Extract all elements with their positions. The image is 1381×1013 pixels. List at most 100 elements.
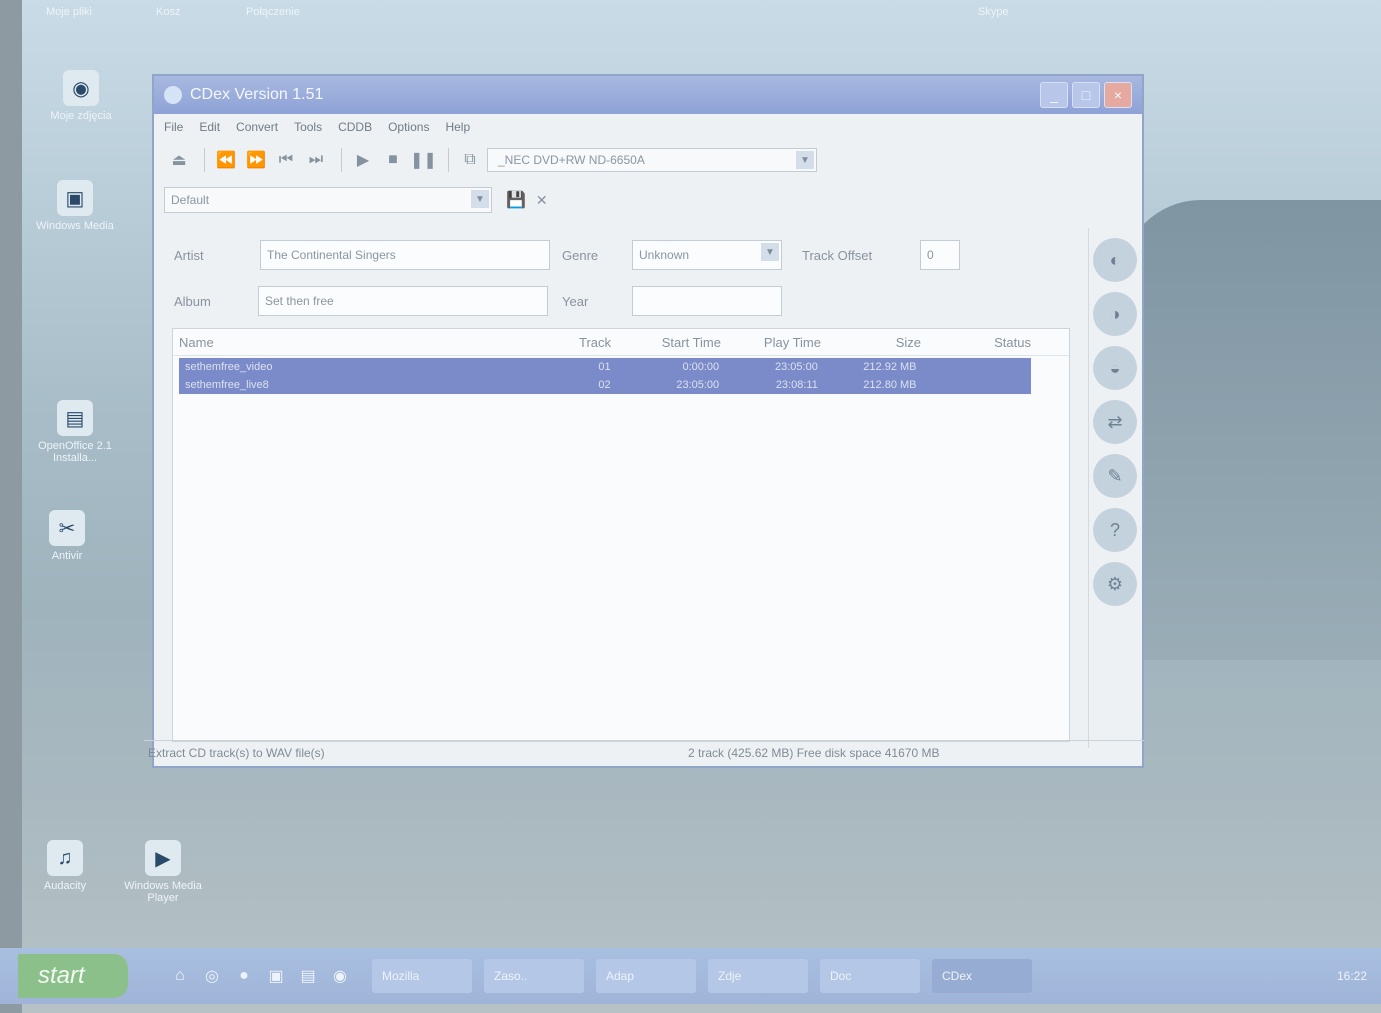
desktop: Moje pliki Kosz Połączenie Skype ◉ Moje … xyxy=(0,0,1381,1013)
menu-help[interactable]: Help xyxy=(445,120,470,134)
genre-select-value: Unknown xyxy=(639,248,690,262)
column-start-time[interactable]: Start Time xyxy=(617,335,727,350)
quick-launch-icon[interactable]: ● xyxy=(232,964,256,988)
table-row[interactable]: sethemfree_video 01 0:00:00 23:05:00 212… xyxy=(179,358,1031,376)
profile-select[interactable]: Default ▼ xyxy=(164,187,492,213)
record-icon[interactable]: ✎ xyxy=(1093,454,1137,498)
taskbar-item[interactable]: Zdje xyxy=(708,959,808,993)
taskbar-item[interactable]: Zaso.. xyxy=(484,959,584,993)
cddb-query-icon[interactable]: ? xyxy=(1093,508,1137,552)
track-play-time: 23:08:11 xyxy=(775,379,818,391)
column-play-time[interactable]: Play Time xyxy=(727,335,827,350)
track-offset-label: Track Offset xyxy=(802,248,873,263)
main-content: Artist The Continental Singers Genre Unk… xyxy=(162,228,1086,748)
track-size: 212.92 MB xyxy=(863,361,917,373)
top-icon-label[interactable]: Moje pliki xyxy=(46,6,92,18)
desktop-icon-label: Moje zdjęcia xyxy=(50,110,112,122)
desktop-icon[interactable]: ▣ Windows Media xyxy=(30,180,120,232)
start-button[interactable]: start xyxy=(18,954,128,998)
maximize-button[interactable]: □ xyxy=(1072,82,1100,108)
fast-forward-icon[interactable]: ⏩ xyxy=(243,150,269,170)
quick-launch-icon[interactable]: ▤ xyxy=(296,964,320,988)
track-size: 212.80 MB xyxy=(863,379,917,391)
previous-track-icon[interactable]: ⏮ xyxy=(273,151,299,169)
desktop-icon-label: Windows Media Player xyxy=(124,880,202,904)
desktop-icon[interactable]: ♫ Audacity xyxy=(20,840,110,892)
album-label: Album xyxy=(174,294,211,309)
album-field[interactable]: Set then free xyxy=(258,286,548,316)
artist-field[interactable]: The Continental Singers xyxy=(260,240,550,270)
eject-icon[interactable]: ⏏ xyxy=(166,150,192,170)
track-list-header: Name Track Start Time Play Time Size Sta… xyxy=(173,329,1069,356)
taskbar-item[interactable]: Mozilla xyxy=(372,959,472,993)
desktop-icon-label: Audacity xyxy=(43,880,87,892)
next-track-icon[interactable]: ⏭ xyxy=(303,151,329,169)
table-row[interactable]: sethemfree_live8 02 23:05:00 23:08:11 21… xyxy=(179,376,1031,394)
taskbar-item[interactable]: Doc xyxy=(820,959,920,993)
column-track[interactable]: Track xyxy=(573,335,617,350)
extract-partial-icon[interactable]: ◒ xyxy=(1093,346,1137,390)
quick-launch-icon[interactable]: ◎ xyxy=(200,964,224,988)
desktop-icon[interactable]: ▶ Windows Media Player xyxy=(118,840,208,904)
scissors-icon: ✂ xyxy=(49,510,85,546)
settings-gear-icon[interactable]: ⚙ xyxy=(1093,562,1137,606)
rewind-icon[interactable]: ⏪ xyxy=(213,150,239,170)
taskbar-item-cdex[interactable]: CDex xyxy=(932,959,1032,993)
desktop-icon[interactable]: ◉ Moje zdjęcia xyxy=(36,70,126,122)
menu-edit[interactable]: Edit xyxy=(199,120,220,134)
action-sidebar: ◐ ◑ ◒ ⇄ ✎ ? ⚙ xyxy=(1088,228,1141,748)
year-field[interactable] xyxy=(632,286,782,316)
track-name: sethemfree_video xyxy=(185,361,273,373)
top-icon-label[interactable]: Kosz xyxy=(156,6,180,18)
quick-launch-icon[interactable]: ▣ xyxy=(264,964,288,988)
extract-wav-icon[interactable]: ◐ xyxy=(1093,238,1137,282)
stop-icon[interactable]: ■ xyxy=(380,151,406,169)
window-title: CDex Version 1.51 xyxy=(190,86,324,103)
left-border xyxy=(0,0,22,1013)
menu-file[interactable]: File xyxy=(164,120,183,134)
chevron-down-icon[interactable]: ▼ xyxy=(761,243,779,261)
track-number: 02 xyxy=(598,379,611,391)
track-start-time: 0:00:00 xyxy=(682,361,720,373)
track-name: sethemfree_live8 xyxy=(185,379,269,391)
extract-mp3-icon[interactable]: ◑ xyxy=(1093,292,1137,336)
menu-tools[interactable]: Tools xyxy=(294,120,322,134)
column-status[interactable]: Status xyxy=(927,335,1037,350)
folder-icon: ▤ xyxy=(57,400,93,436)
track-offset-field[interactable]: 0 xyxy=(920,240,960,270)
quick-launch-icon[interactable]: ⌂ xyxy=(168,964,192,988)
column-name[interactable]: Name xyxy=(173,335,573,350)
play-icon[interactable]: ▶ xyxy=(350,150,376,170)
copy-icon[interactable]: ⧉ xyxy=(457,151,483,169)
chevron-down-icon[interactable]: ▼ xyxy=(471,190,489,208)
minimize-button[interactable]: _ xyxy=(1040,82,1068,108)
drive-select-value: _NEC DVD+RW ND-6650A xyxy=(498,153,645,167)
desktop-icon-label: Windows Media xyxy=(36,220,114,232)
taskbar: start ⌂ ◎ ● ▣ ▤ ◉ Mozilla Zaso.. Adap Zd… xyxy=(0,948,1381,1004)
genre-label: Genre xyxy=(562,248,599,263)
title-bar[interactable]: CDex Version 1.51 _ □ × xyxy=(154,76,1142,114)
pause-icon[interactable]: ❚❚ xyxy=(410,150,437,170)
player-icon: ▶ xyxy=(145,840,181,876)
desktop-icon[interactable]: ▤ OpenOffice 2.1 Installa... xyxy=(30,400,120,464)
quick-launch-icon[interactable]: ◉ xyxy=(328,964,352,988)
status-left: Extract CD track(s) to WAV file(s) xyxy=(148,746,325,760)
chevron-down-icon[interactable]: ▼ xyxy=(796,151,814,169)
save-icon[interactable]: 💾 xyxy=(506,190,526,210)
menu-bar: File Edit Convert Tools CDDB Options Hel… xyxy=(154,114,1142,140)
convert-wav-icon[interactable]: ⇄ xyxy=(1093,400,1137,444)
close-button[interactable]: × xyxy=(1104,82,1132,108)
top-icon-label[interactable]: Połączenie xyxy=(246,6,300,18)
delete-icon[interactable]: ✕ xyxy=(536,192,548,209)
menu-convert[interactable]: Convert xyxy=(236,120,278,134)
genre-select[interactable]: Unknown ▼ xyxy=(632,240,782,270)
column-size[interactable]: Size xyxy=(827,335,927,350)
drive-select[interactable]: _NEC DVD+RW ND-6650A ▼ xyxy=(487,148,817,172)
menu-options[interactable]: Options xyxy=(388,120,429,134)
taskbar-item[interactable]: Adap xyxy=(596,959,696,993)
quick-launch: ⌂ ◎ ● ▣ ▤ ◉ xyxy=(168,964,360,988)
desktop-icon[interactable]: ✂ Antivir xyxy=(22,510,112,562)
menu-cddb[interactable]: CDDB xyxy=(338,120,372,134)
globe-icon: ◉ xyxy=(63,70,99,106)
top-icon-label[interactable]: Skype xyxy=(978,6,1009,18)
